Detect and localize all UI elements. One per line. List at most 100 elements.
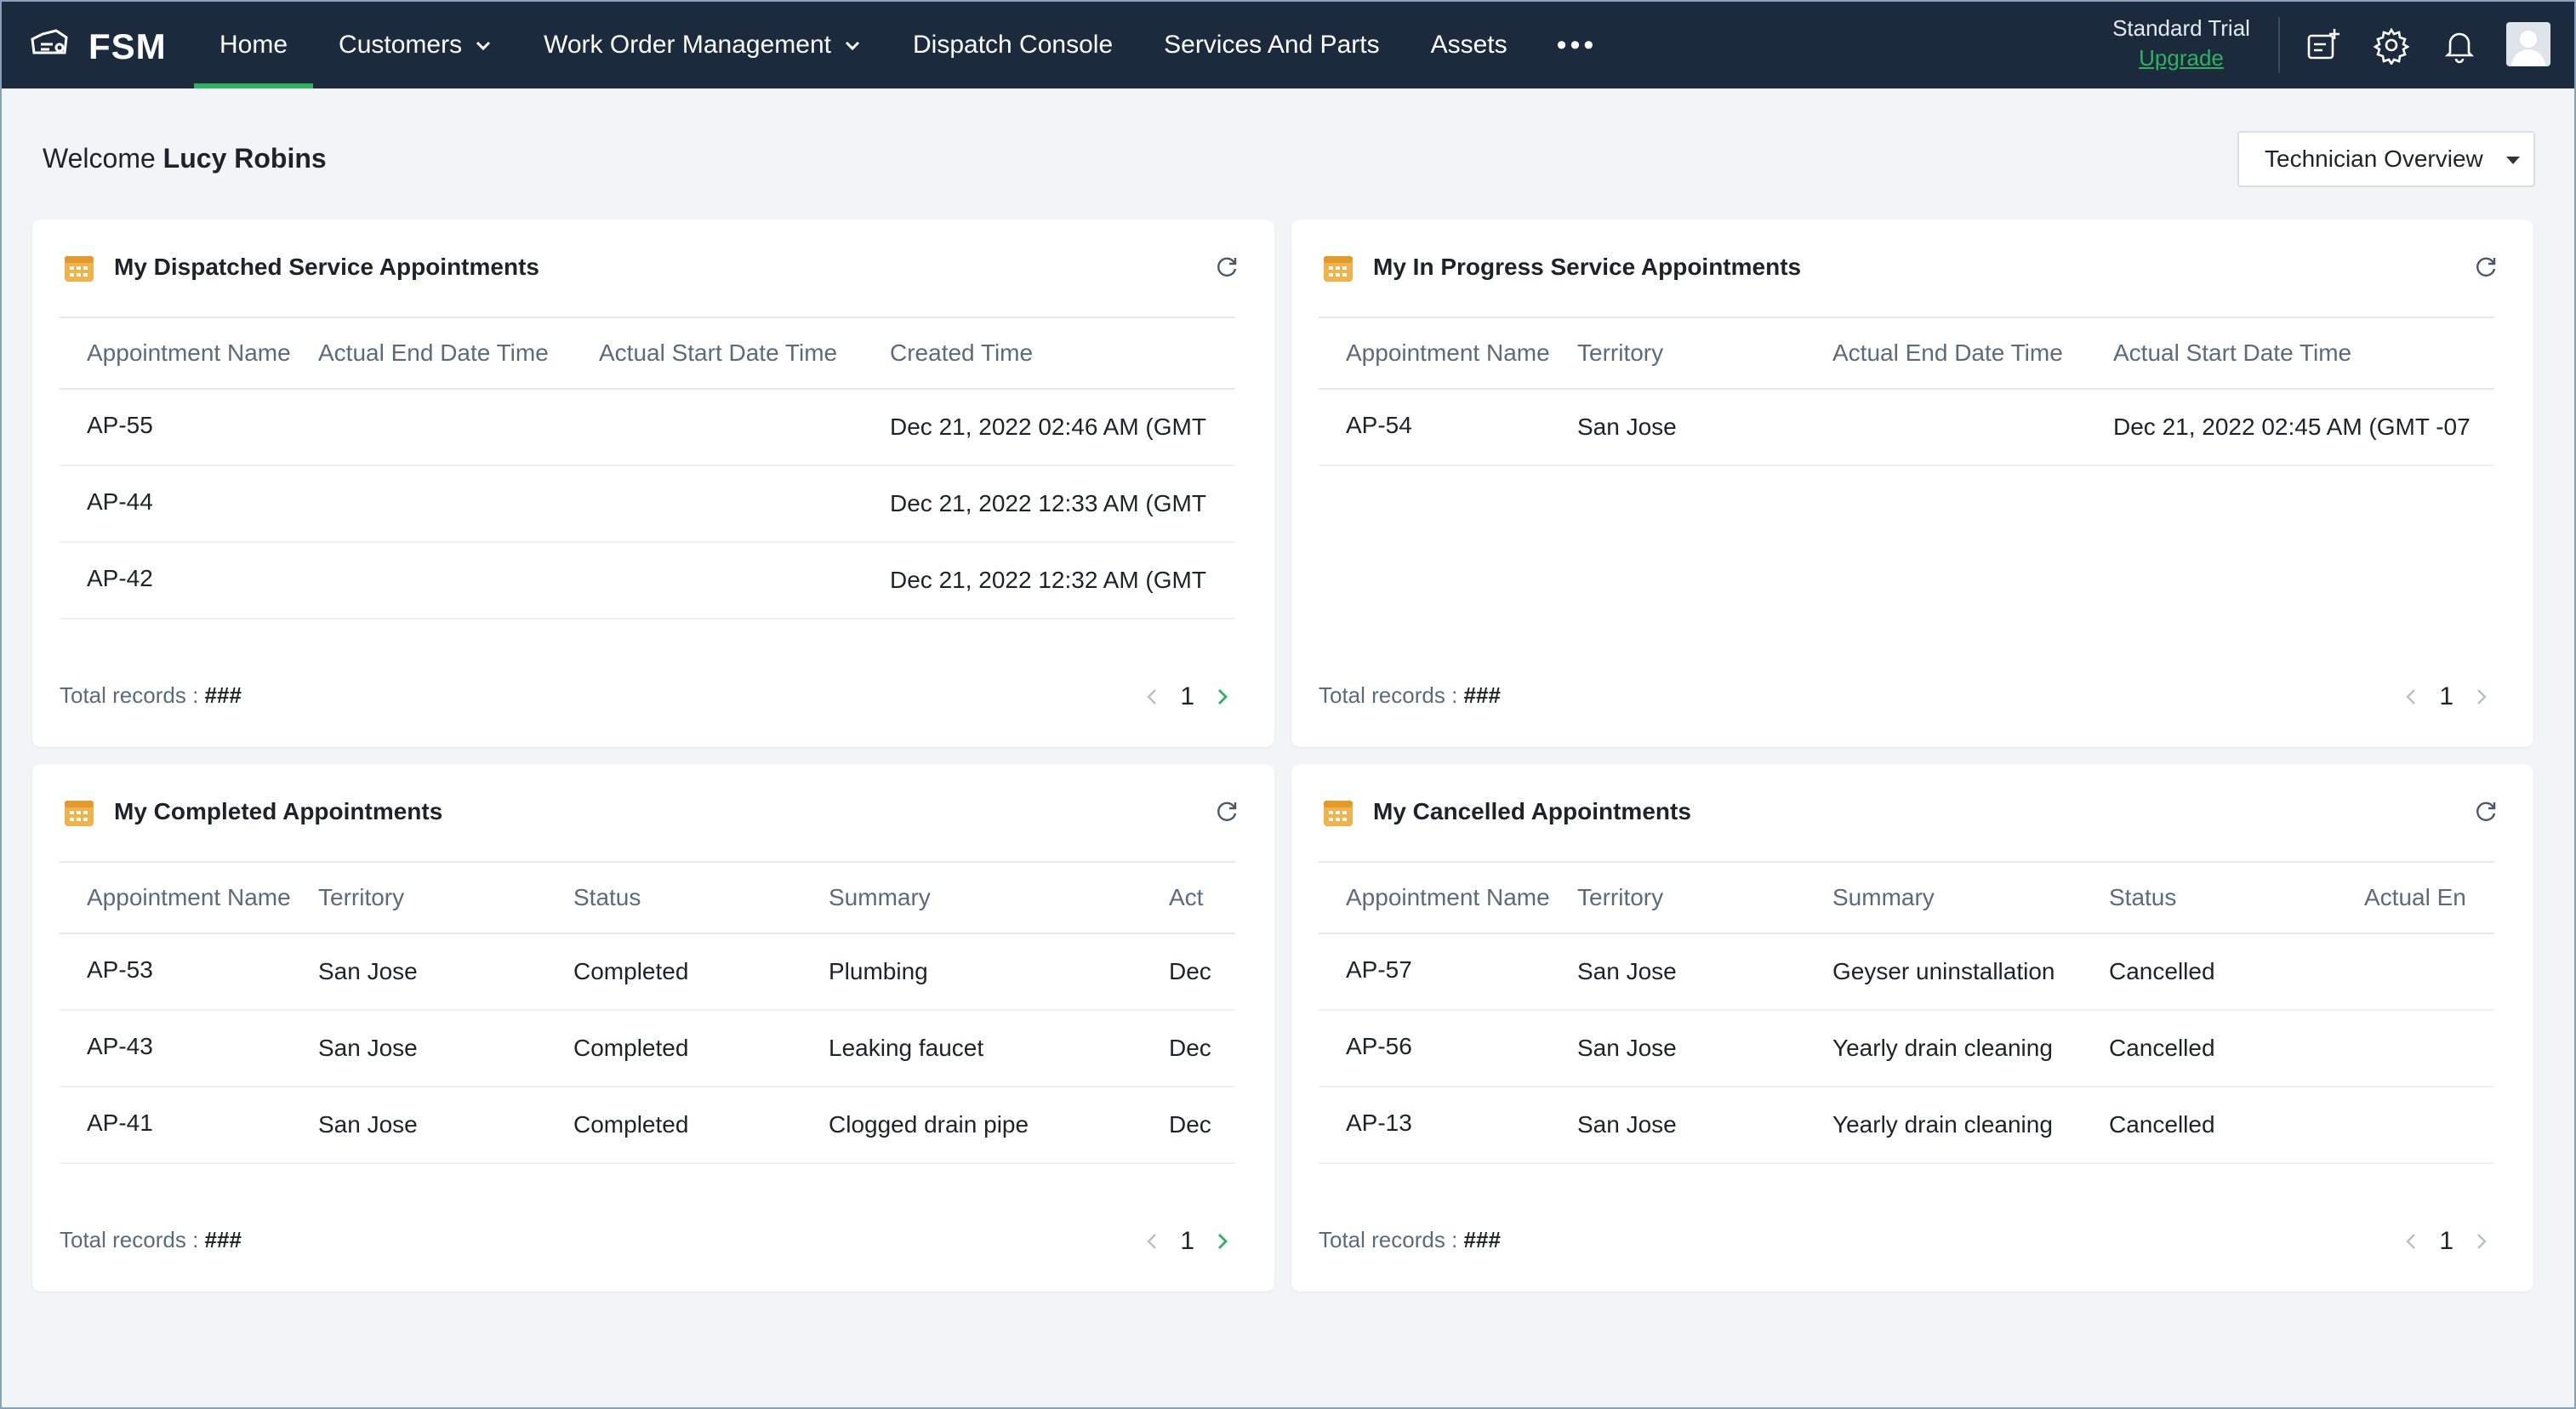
appointment-name-link[interactable]: AP-13 — [1319, 1110, 1577, 1137]
refresh-icon[interactable] — [2472, 798, 2499, 825]
upgrade-link[interactable]: Upgrade — [2103, 45, 2260, 71]
settings-gear-icon[interactable] — [2372, 26, 2411, 66]
calendar-icon — [65, 801, 94, 826]
nav-dispatch-console[interactable]: Dispatch Console — [887, 2, 1138, 88]
nav-services-and-parts[interactable]: Services And Parts — [1138, 2, 1405, 88]
pagination: 1 — [1139, 1220, 1235, 1263]
column-header[interactable]: Appointment Name — [1319, 884, 1577, 911]
column-header[interactable]: Actual En — [2364, 884, 2493, 911]
column-header[interactable]: Actual Start Date Time — [599, 339, 890, 367]
table-row[interactable]: AP-56 San Jose Yearly drain cleaning Can… — [1319, 1011, 2494, 1087]
chevron-down-icon — [476, 41, 491, 51]
appointment-name-link[interactable]: AP-56 — [1319, 1033, 1577, 1060]
previous-page-icon[interactable] — [2398, 1229, 2424, 1254]
table-cell: San Jose — [318, 958, 418, 984]
column-header[interactable]: Actual End Date Time — [1832, 339, 2113, 367]
card-footer: Total records : ### 1 — [1319, 676, 2494, 718]
total-records: Total records : ### — [1319, 1227, 1501, 1253]
table-cell: San Jose — [1577, 1035, 1677, 1061]
table-cell: Dec — [1169, 1035, 1211, 1061]
avatar[interactable] — [2506, 22, 2550, 66]
table-cell: Dec 21, 2022 12:33 AM (GMT — [890, 490, 1206, 516]
column-header[interactable]: Territory — [1577, 339, 1832, 367]
column-header[interactable]: Summary — [1832, 884, 2109, 911]
table-cell: Dec 21, 2022 02:46 AM (GMT — [890, 414, 1206, 440]
column-header[interactable]: Appointment Name — [60, 884, 318, 911]
appointment-name-link[interactable]: AP-55 — [60, 412, 318, 439]
new-entry-icon[interactable] — [2304, 26, 2343, 65]
card-completed-appointments: My Completed Appointments Appointment Na… — [32, 764, 1274, 1292]
refresh-icon[interactable] — [1213, 254, 1240, 281]
divider — [2278, 17, 2280, 73]
table-row[interactable]: AP-41 San Jose Completed Clogged drain p… — [60, 1087, 1235, 1164]
nav-work-order-management[interactable]: Work Order Management — [518, 2, 887, 88]
column-header[interactable]: Status — [573, 884, 829, 911]
table-row[interactable]: AP-43 San Jose Completed Leaking faucet … — [60, 1011, 1235, 1087]
page-number: 1 — [2439, 682, 2453, 710]
nav-assets[interactable]: Assets — [1405, 2, 1533, 88]
appointment-name-link[interactable]: AP-54 — [1319, 412, 1577, 439]
total-records: Total records : ### — [60, 1227, 242, 1253]
table-row[interactable]: AP-13 San Jose Yearly drain cleaning Can… — [1319, 1087, 2494, 1164]
table-header: Appointment Name Territory Actual End Da… — [1319, 318, 2494, 390]
total-records-label: Total records : — [60, 682, 199, 708]
top-navigation-bar: FSM Home Customers Work Order Management… — [2, 2, 2574, 88]
appointment-name-link[interactable]: AP-41 — [60, 1110, 318, 1137]
more-menu-button[interactable]: ••• — [1533, 2, 1621, 88]
appointment-name-link[interactable]: AP-42 — [60, 565, 318, 592]
previous-page-icon[interactable] — [1139, 684, 1165, 710]
column-header[interactable]: Territory — [318, 884, 573, 911]
next-page-icon[interactable] — [2469, 684, 2494, 710]
column-header[interactable]: Act — [1169, 884, 1234, 911]
previous-page-icon[interactable] — [1139, 1229, 1165, 1254]
card-title: My In Progress Service Appointments — [1373, 254, 1802, 280]
card-title: My Completed Appointments — [114, 798, 443, 824]
column-header[interactable]: Actual End Date Time — [318, 339, 599, 367]
table-cell: Clogged drain pipe — [829, 1111, 1029, 1138]
column-header[interactable]: Territory — [1577, 884, 1832, 911]
table-cell: Completed — [573, 958, 689, 984]
refresh-icon[interactable] — [2472, 254, 2499, 281]
column-header[interactable]: Actual Start Date Time — [2113, 339, 2493, 367]
column-header[interactable]: Appointment Name — [60, 339, 318, 367]
total-records-label: Total records : — [60, 1227, 199, 1252]
trial-info: Standard Trial Upgrade — [2103, 15, 2260, 71]
table-row[interactable]: AP-54 San Jose Dec 21, 2022 02:45 AM (GM… — [1319, 390, 2494, 466]
card-footer: Total records : ### 1 — [60, 1220, 1235, 1263]
refresh-icon[interactable] — [1213, 798, 1240, 825]
nav-customers[interactable]: Customers — [313, 2, 518, 88]
table-cell: Plumbing — [829, 958, 928, 984]
page-number: 1 — [1180, 682, 1194, 710]
pagination: 1 — [2398, 676, 2494, 718]
column-header[interactable]: Created Time — [890, 339, 1234, 367]
notification-bell-icon[interactable] — [2440, 26, 2479, 65]
fsm-logo-icon — [27, 22, 71, 71]
nav-home[interactable]: Home — [194, 2, 314, 88]
column-header[interactable]: Status — [2109, 884, 2364, 911]
table-row[interactable]: AP-42 Dec 21, 2022 12:32 AM (GMT — [60, 543, 1235, 619]
table-cell: Yearly drain cleaning — [1832, 1035, 2053, 1061]
table-row[interactable]: AP-44 Dec 21, 2022 12:33 AM (GMT — [60, 466, 1235, 543]
card-footer: Total records : ### 1 — [1319, 1220, 2494, 1263]
chevron-down-icon — [845, 41, 860, 51]
appointment-name-link[interactable]: AP-57 — [1319, 956, 1577, 984]
column-header[interactable]: Appointment Name — [1319, 339, 1577, 367]
table-row[interactable]: AP-53 San Jose Completed Plumbing Dec — [60, 934, 1235, 1011]
main-nav: Home Customers Work Order Management Dis… — [194, 2, 1621, 88]
next-page-icon[interactable] — [2469, 1229, 2494, 1254]
appointment-name-link[interactable]: AP-44 — [60, 488, 318, 516]
brand[interactable]: FSM — [27, 22, 167, 71]
appointment-name-link[interactable]: AP-53 — [60, 956, 318, 984]
total-records-value: ### — [1463, 1227, 1501, 1252]
table-cell: San Jose — [1577, 414, 1677, 440]
previous-page-icon[interactable] — [2398, 684, 2424, 710]
user-name: Lucy Robins — [162, 143, 327, 174]
overview-select[interactable]: Technician Overview — [2237, 131, 2535, 187]
appointment-name-link[interactable]: AP-43 — [60, 1033, 318, 1060]
column-header[interactable]: Summary — [829, 884, 1169, 911]
page-number: 1 — [1180, 1227, 1194, 1255]
table-row[interactable]: AP-57 San Jose Geyser uninstallation Can… — [1319, 934, 2494, 1011]
next-page-icon[interactable] — [1210, 1229, 1235, 1254]
next-page-icon[interactable] — [1210, 684, 1235, 710]
table-row[interactable]: AP-55 Dec 21, 2022 02:46 AM (GMT — [60, 390, 1235, 466]
